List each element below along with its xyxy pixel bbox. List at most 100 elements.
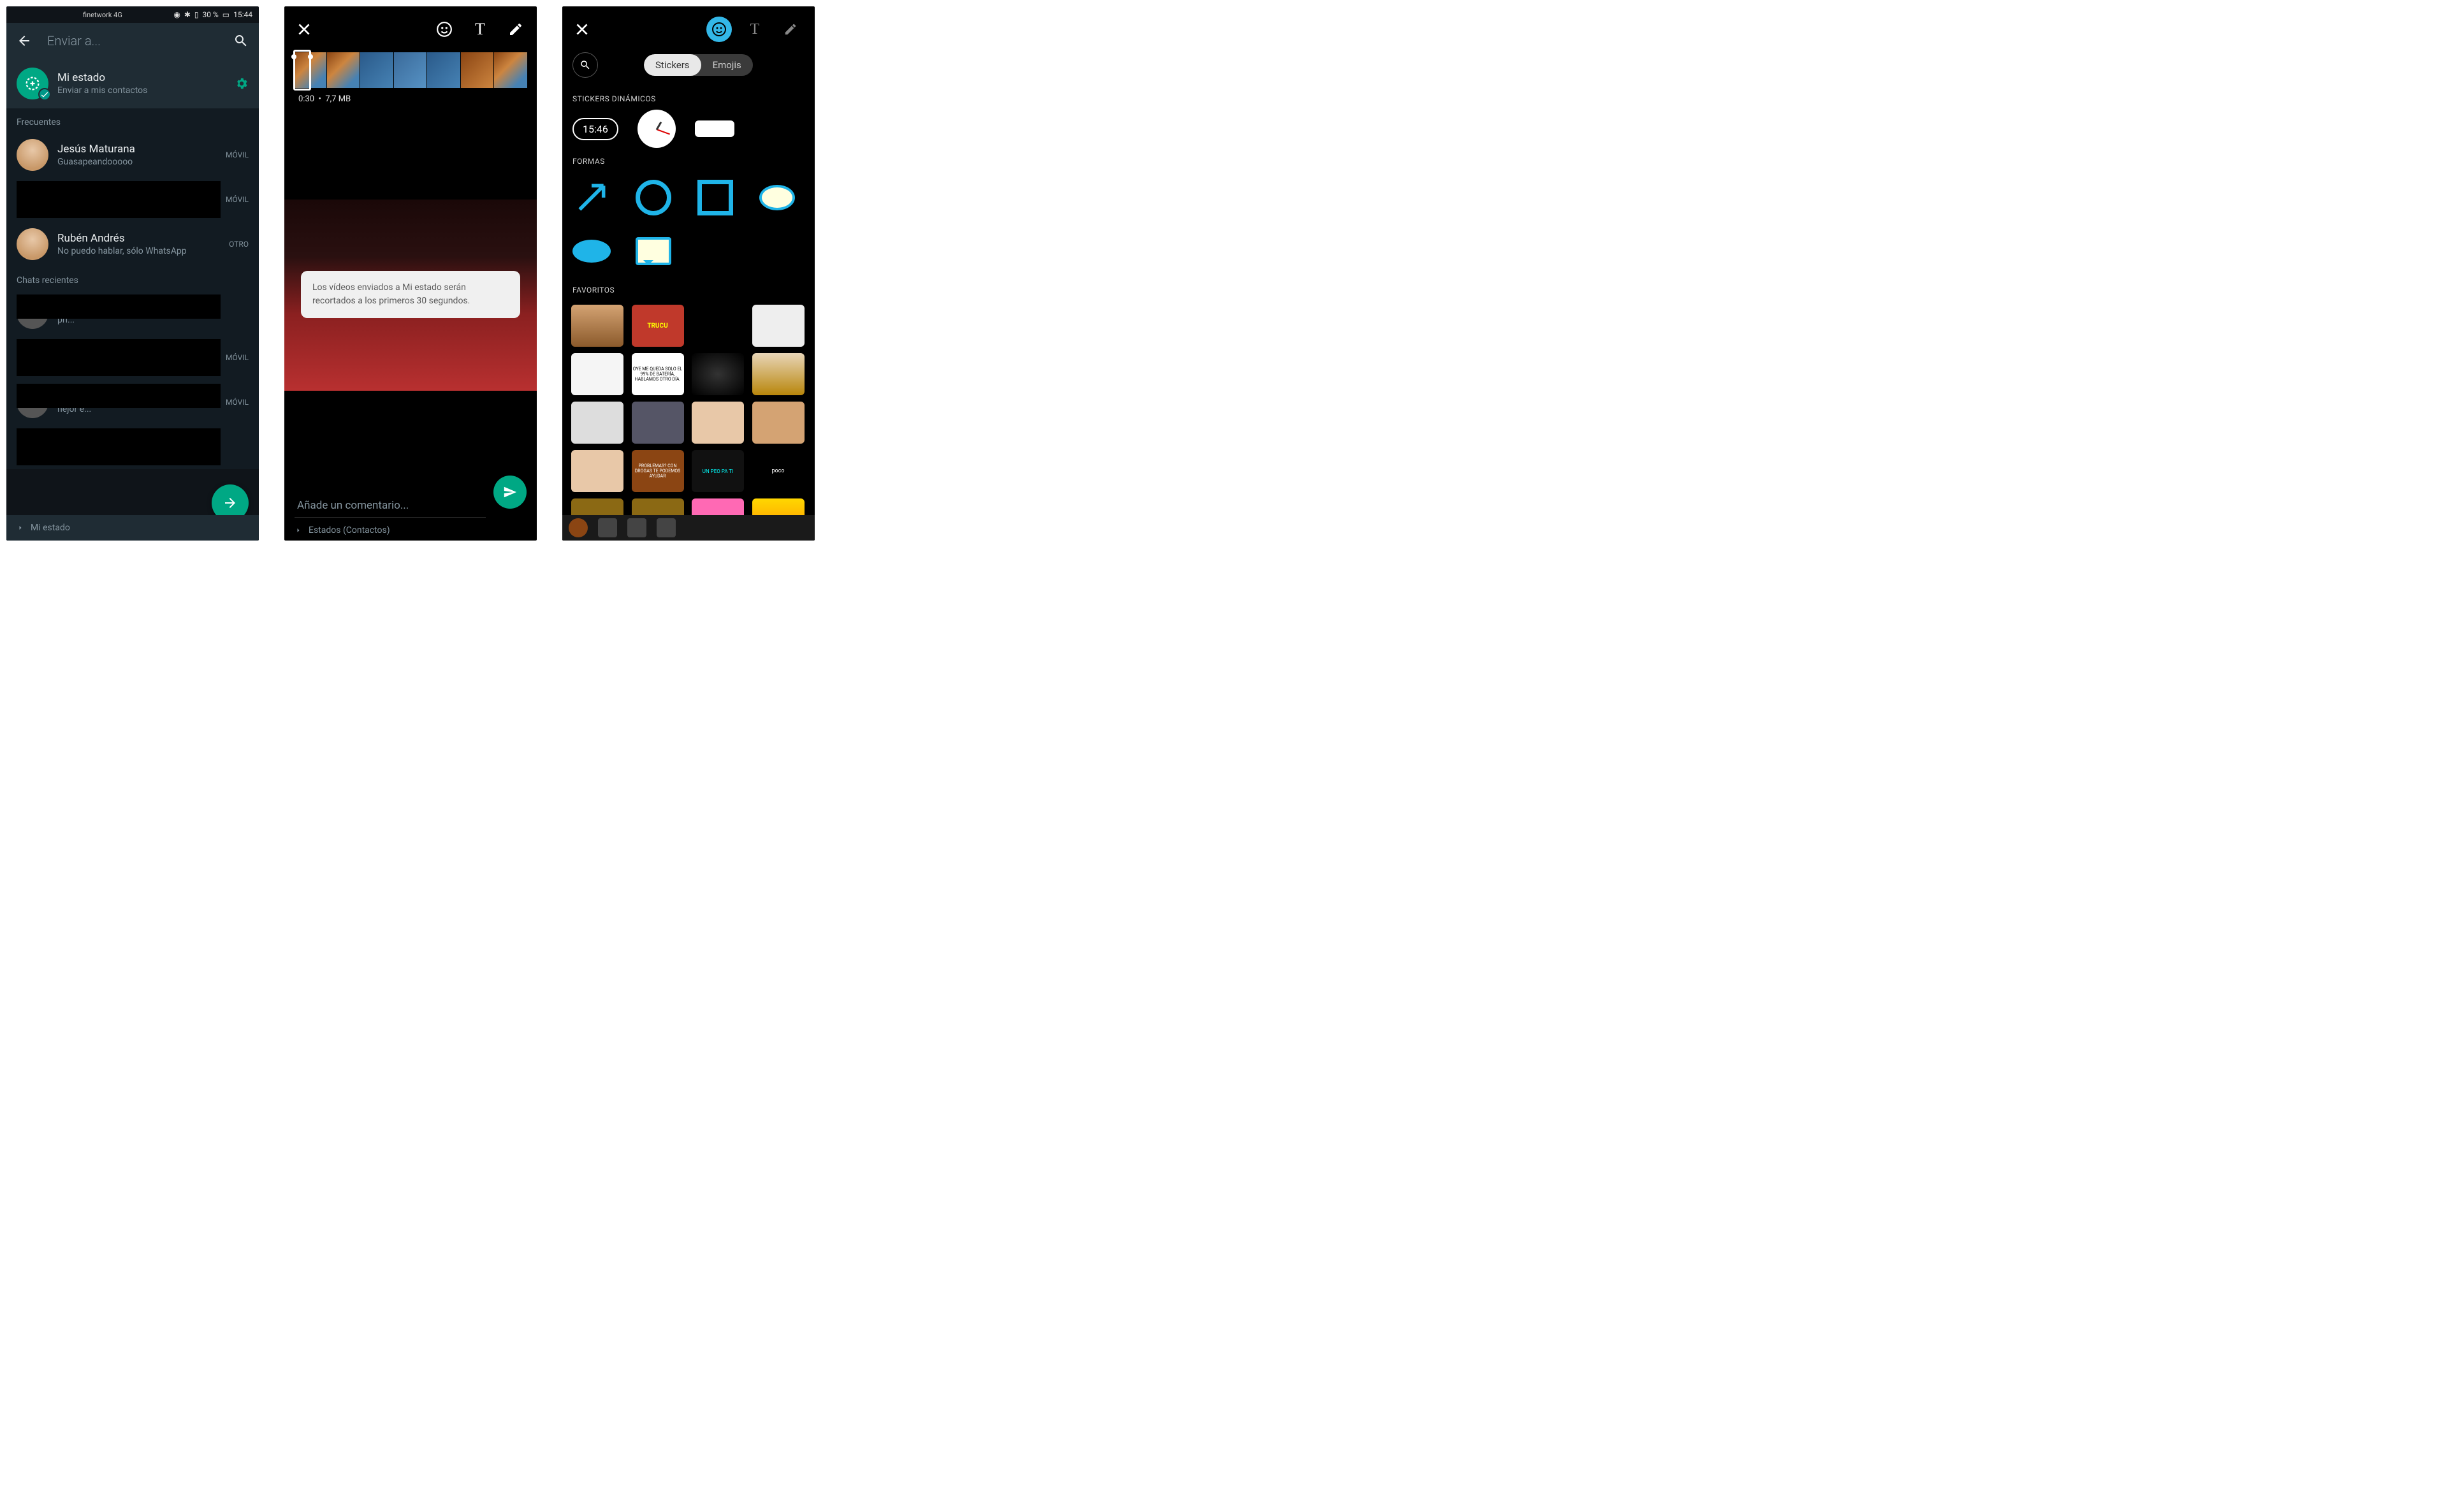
sticker-item[interactable] [571, 450, 623, 492]
add-status-icon [24, 75, 41, 92]
shape-circle[interactable] [634, 178, 673, 217]
send-button[interactable] [493, 476, 527, 509]
pack-item[interactable] [627, 518, 646, 537]
screen-sticker-picker: T Stickers Emojis STICKERS DINÁMICOS 15:… [562, 6, 815, 541]
bluetooth-icon: ✱ [184, 10, 191, 19]
redacted-block [17, 181, 221, 218]
status-bar: finetwork 4G ◉ ✱ ▯ 30 % ▭ 15:44 [6, 6, 259, 23]
contact-row[interactable]: MÓVIL [6, 177, 259, 222]
sticker-item[interactable]: UN PEO PA TI [692, 450, 744, 492]
bottom-bar[interactable]: Mi estado [6, 515, 259, 541]
contact-status: No puedo hablar, sólo WhatsApp [57, 246, 229, 256]
avatar [17, 139, 48, 171]
recent-list: pri... MÓVIL nejor e... MÓVIL [6, 291, 259, 469]
chevron-right-icon [295, 527, 302, 534]
timeline-thumb [494, 52, 528, 88]
section-shapes: FORMAS [562, 148, 815, 172]
section-favorites: FAVORITOS [562, 277, 815, 301]
sticker-item[interactable]: poco [752, 450, 805, 492]
pack-item[interactable] [569, 518, 588, 537]
screen-send-to: finetwork 4G ◉ ✱ ▯ 30 % ▭ 15:44 Enviar a… [6, 6, 259, 541]
emoji-tool[interactable] [435, 20, 454, 39]
video-preview[interactable]: Los vídeos enviados a Mi estado serán re… [284, 200, 537, 391]
contact-row[interactable]: MÓVIL [6, 335, 259, 380]
timeline-thumb [327, 52, 361, 88]
sticker-item[interactable] [692, 402, 744, 444]
sticker-item[interactable] [692, 305, 744, 347]
shape-speech-rect[interactable] [634, 232, 673, 270]
close-icon[interactable] [296, 21, 312, 38]
draw-tool[interactable] [778, 17, 803, 42]
tab-emojis[interactable]: Emojis [701, 54, 753, 76]
text-tool[interactable]: T [742, 17, 768, 42]
sticker-item[interactable] [571, 305, 623, 347]
shape-speech-oval[interactable] [572, 232, 611, 270]
my-status-row[interactable]: Mi estado Enviar a mis contactos [6, 59, 259, 108]
text-tool[interactable]: T [470, 20, 490, 39]
section-dynamic: STICKERS DINÁMICOS [562, 85, 815, 110]
draw-tool[interactable] [506, 20, 525, 39]
avatar [17, 228, 48, 260]
vibrate-icon: ▯ [194, 10, 199, 19]
section-recent: Chats recientes [6, 266, 259, 291]
my-status-subtitle: Enviar a mis contactos [57, 85, 235, 96]
search-icon[interactable] [233, 33, 249, 48]
my-status-title: Mi estado [57, 71, 235, 84]
shapes-grid [562, 172, 815, 277]
my-status-text: Mi estado Enviar a mis contactos [57, 71, 235, 96]
emoji-tool[interactable] [706, 17, 732, 42]
contact-row[interactable]: Rubén Andrés No puedo hablar, sólo Whats… [6, 222, 259, 266]
search-button[interactable] [572, 52, 598, 78]
contact-row[interactable]: pri... [6, 291, 259, 335]
location-sticker[interactable] [695, 120, 734, 137]
sticker-item[interactable] [571, 402, 623, 444]
clock-sticker[interactable] [638, 110, 676, 148]
trim-handle[interactable] [293, 50, 311, 91]
sticker-item[interactable] [571, 353, 623, 395]
caption-input[interactable]: Añade un comentario... [295, 494, 486, 518]
pack-item[interactable] [598, 518, 617, 537]
recipient-footer[interactable]: Estados (Contactos) [295, 525, 390, 535]
shape-thought-bubble[interactable] [758, 178, 796, 217]
contact-row[interactable]: nejor e... MÓVIL [6, 380, 259, 425]
video-meta: 0:30 • 7,7 MB [284, 88, 537, 110]
time-sticker[interactable]: 15:46 [572, 118, 618, 140]
close-icon[interactable] [574, 21, 590, 38]
trim-warning-banner: Los vídeos enviados a Mi estado serán re… [301, 271, 520, 318]
contact-row[interactable]: Jesús Maturana Guasapeandooooo MÓVIL [6, 133, 259, 177]
tab-stickers[interactable]: Stickers [644, 54, 701, 76]
sticker-item[interactable] [752, 305, 805, 347]
video-size: 7,7 MB [325, 94, 351, 104]
timeline-thumb [427, 52, 461, 88]
screen-video-editor: T 0:30 • 7,7 MB Los vídeos enviados a Mi… [284, 6, 537, 541]
editor-header: T [562, 6, 815, 52]
sticker-grid: TRUCU OYE ME QUEDA SOLO EL 99% DE BATERÍ… [562, 301, 815, 541]
sticker-item[interactable]: OYE ME QUEDA SOLO EL 99% DE BATERÍA, HAB… [632, 353, 684, 395]
carrier-label: finetwork 4G [83, 11, 122, 19]
back-icon[interactable] [17, 33, 32, 48]
redacted-block [17, 384, 221, 408]
bottom-label: Mi estado [31, 523, 70, 533]
section-frequent: Frecuentes [6, 108, 259, 133]
contact-type: MÓVIL [226, 195, 249, 204]
contact-name: Rubén Andrés [57, 232, 229, 245]
recipient-label: Estados (Contactos) [309, 525, 390, 535]
sticker-item[interactable] [692, 353, 744, 395]
contact-type: MÓVIL [226, 398, 249, 407]
sticker-item[interactable] [632, 402, 684, 444]
video-timeline[interactable] [293, 52, 528, 88]
dynamic-stickers: 15:46 [562, 110, 815, 148]
chevron-right-icon [17, 524, 24, 532]
shape-square[interactable] [696, 178, 734, 217]
contact-row[interactable] [6, 425, 259, 469]
clock-label: 15:44 [233, 10, 252, 19]
sticker-tabs: Stickers Emojis [562, 52, 815, 85]
pack-item[interactable] [657, 518, 676, 537]
gear-icon[interactable] [235, 76, 249, 91]
shape-arrow[interactable] [572, 178, 611, 217]
sticker-item[interactable]: TRUCU [632, 305, 684, 347]
frequent-list: Jesús Maturana Guasapeandooooo MÓVIL MÓV… [6, 133, 259, 266]
sticker-item[interactable] [752, 353, 805, 395]
sticker-item[interactable] [752, 402, 805, 444]
sticker-item[interactable]: PROBLEMAS? CON DROGAS TE PODEMOS AYUDAR [632, 450, 684, 492]
